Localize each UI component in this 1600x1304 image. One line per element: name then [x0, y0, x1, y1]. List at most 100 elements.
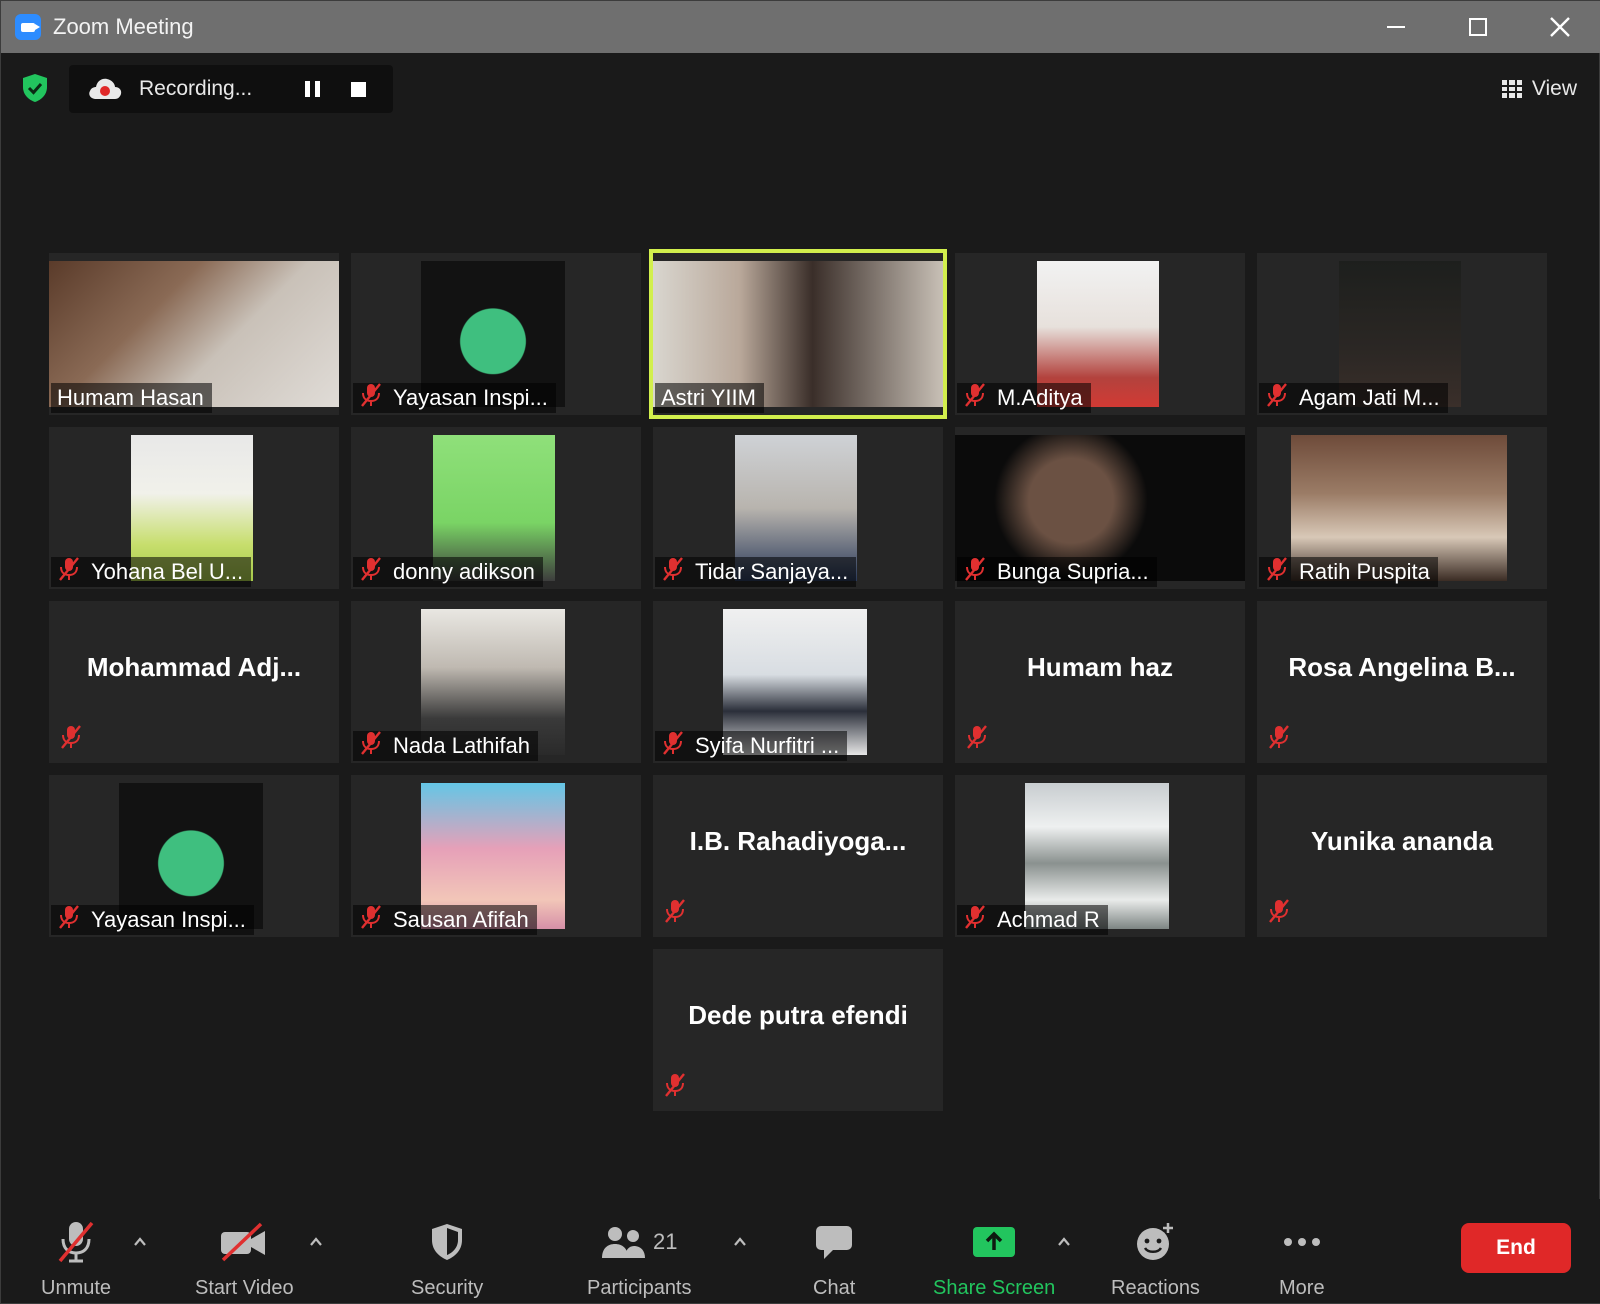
security-button[interactable]: Security	[411, 1217, 483, 1300]
recording-indicator: Recording...	[69, 65, 393, 113]
muted-microphone-icon	[1265, 382, 1289, 414]
muted-microphone-icon	[963, 904, 987, 936]
chat-label: Chat	[813, 1277, 856, 1299]
participant-name: Rosa Angelina B...	[1288, 651, 1516, 682]
participant-name-label: Sausan Afifah	[353, 905, 537, 935]
participants-options-caret-icon[interactable]	[733, 1235, 747, 1249]
participant-tile[interactable]: Mohammad Adj...	[49, 601, 339, 763]
participant-name: Mohammad Adj...	[86, 651, 302, 682]
muted-microphone-icon	[663, 898, 687, 929]
participant-tile[interactable]: Yunika ananda	[1257, 775, 1547, 937]
participant-tile[interactable]: Humam haz	[955, 601, 1245, 763]
participant-tile[interactable]: Humam Hasan	[49, 253, 339, 415]
participant-name-label: Agam Jati M...	[1259, 383, 1448, 413]
participant-name: Humam Hasan	[57, 385, 204, 410]
participant-name: Astri YIIM	[661, 385, 756, 410]
participant-name-label: Syifa Nurfitri ...	[655, 730, 848, 762]
view-button[interactable]: View	[1501, 71, 1577, 107]
participants-count: 21	[653, 1229, 678, 1254]
participant-name: Yohana Bel U...	[91, 559, 244, 584]
close-button[interactable]	[1519, 1, 1600, 53]
start-video-label: Start Video	[195, 1277, 294, 1299]
chat-bubble-icon	[816, 1226, 853, 1259]
participant-name: Achmad R	[997, 907, 1100, 932]
start-video-button[interactable]: Start Video	[195, 1217, 294, 1300]
participant-name-label: M.Aditya	[957, 383, 1091, 413]
participant-tile[interactable]: M.Aditya	[955, 253, 1245, 415]
muted-microphone-icon	[57, 556, 81, 588]
reactions-label: Reactions	[1111, 1277, 1200, 1299]
zoom-meeting-window: Zoom Meeting Recording... View Humam Has…	[0, 0, 1600, 1304]
participant-tile[interactable]: Rosa Angelina B...	[1257, 601, 1547, 763]
muted-microphone-icon	[359, 382, 383, 414]
participant-tile[interactable]: I.B. Rahadiyoga...	[653, 775, 943, 937]
zoom-app-icon	[15, 14, 41, 40]
muted-microphone-icon	[359, 556, 383, 588]
muted-microphone-icon	[661, 730, 685, 762]
participant-name-label: Bunga Supria...	[957, 557, 1157, 587]
reactions-smiley-icon	[1137, 1223, 1174, 1260]
unmute-button[interactable]: Unmute	[41, 1217, 111, 1300]
participant-tile[interactable]: Yayasan Inspi...	[49, 775, 339, 937]
more-button[interactable]: More	[1279, 1217, 1325, 1300]
pause-recording-button[interactable]	[305, 81, 323, 97]
participant-name: Agam Jati M...	[1299, 385, 1440, 410]
view-label: View	[1531, 77, 1577, 100]
participant-tile[interactable]: donny adikson	[351, 427, 641, 589]
muted-microphone-icon	[663, 1072, 687, 1103]
unmute-label: Unmute	[41, 1277, 112, 1299]
participants-label: Participants	[587, 1277, 692, 1299]
stop-recording-button[interactable]	[351, 81, 366, 97]
participant-name: Yayasan Inspi...	[91, 907, 246, 932]
muted-microphone-icon	[359, 904, 383, 936]
minimize-button[interactable]	[1355, 1, 1437, 53]
participant-tile[interactable]: Yohana Bel U...	[49, 427, 339, 589]
participant-tile[interactable]: Ratih Puspita	[1257, 427, 1547, 589]
security-shield-outline-icon	[432, 1224, 463, 1260]
audio-options-caret-icon[interactable]	[133, 1235, 147, 1249]
share-screen-label: Share Screen	[933, 1277, 1056, 1299]
chat-button[interactable]: Chat	[813, 1217, 855, 1300]
participant-tile[interactable]: Astri YIIM	[649, 249, 947, 419]
participant-name-label: Yohana Bel U...	[51, 556, 252, 588]
participant-name-label: Ratih Puspita	[1259, 557, 1438, 587]
participant-tile[interactable]: Syifa Nurfitri ...	[653, 601, 943, 763]
maximize-icon	[1469, 18, 1487, 36]
close-icon	[1550, 17, 1570, 37]
video-options-caret-icon[interactable]	[309, 1235, 323, 1249]
participant-name: Tidar Sanjaya...	[695, 559, 849, 584]
participant-name: Bunga Supria...	[997, 559, 1149, 584]
maximize-button[interactable]	[1437, 1, 1519, 53]
participant-name-label: Tidar Sanjaya...	[655, 557, 857, 587]
reactions-button[interactable]: Reactions	[1111, 1217, 1200, 1300]
participant-name-label: Nada Lathifah	[353, 731, 538, 761]
participant-name-label: Yayasan Inspi...	[51, 905, 254, 935]
share-options-caret-icon[interactable]	[1057, 1235, 1071, 1249]
participant-tile[interactable]: Tidar Sanjaya...	[653, 427, 943, 589]
participant-name: donny adikson	[393, 559, 535, 584]
participant-tile[interactable]: Yayasan Inspi...	[351, 253, 641, 415]
video-camera-off-icon	[221, 1222, 266, 1262]
muted-microphone-icon	[1267, 724, 1291, 755]
participant-tile[interactable]: Dede putra efendi	[653, 949, 943, 1111]
title-bar: Zoom Meeting	[1, 1, 1600, 53]
participant-name: Yayasan Inspi...	[393, 385, 548, 410]
participant-tile[interactable]: Sausan Afifah	[351, 775, 641, 937]
participant-tile[interactable]: Nada Lathifah	[351, 601, 641, 763]
participant-tile[interactable]: Achmad R	[955, 775, 1245, 937]
muted-microphone-icon	[1267, 898, 1291, 929]
recording-label: Recording...	[139, 77, 253, 100]
share-screen-button[interactable]: Share Screen	[933, 1217, 1055, 1300]
participant-name: Syifa Nurfitri ...	[695, 733, 840, 758]
security-shield-icon[interactable]	[21, 73, 49, 103]
meeting-toolbar: Unmute Start Video Security 21 Participa…	[1, 1199, 1600, 1303]
window-title: Zoom Meeting	[53, 14, 194, 39]
end-meeting-button[interactable]: End	[1461, 1223, 1571, 1273]
participant-name-label: Humam Hasan	[51, 383, 212, 413]
participant-tile[interactable]: Bunga Supria...	[955, 427, 1245, 589]
minimize-icon	[1387, 26, 1405, 28]
cloud-recording-icon	[89, 78, 122, 99]
muted-microphone-icon	[963, 556, 987, 588]
participant-tile[interactable]: Agam Jati M...	[1257, 253, 1547, 415]
participants-button[interactable]: 21 Participants	[587, 1217, 692, 1300]
